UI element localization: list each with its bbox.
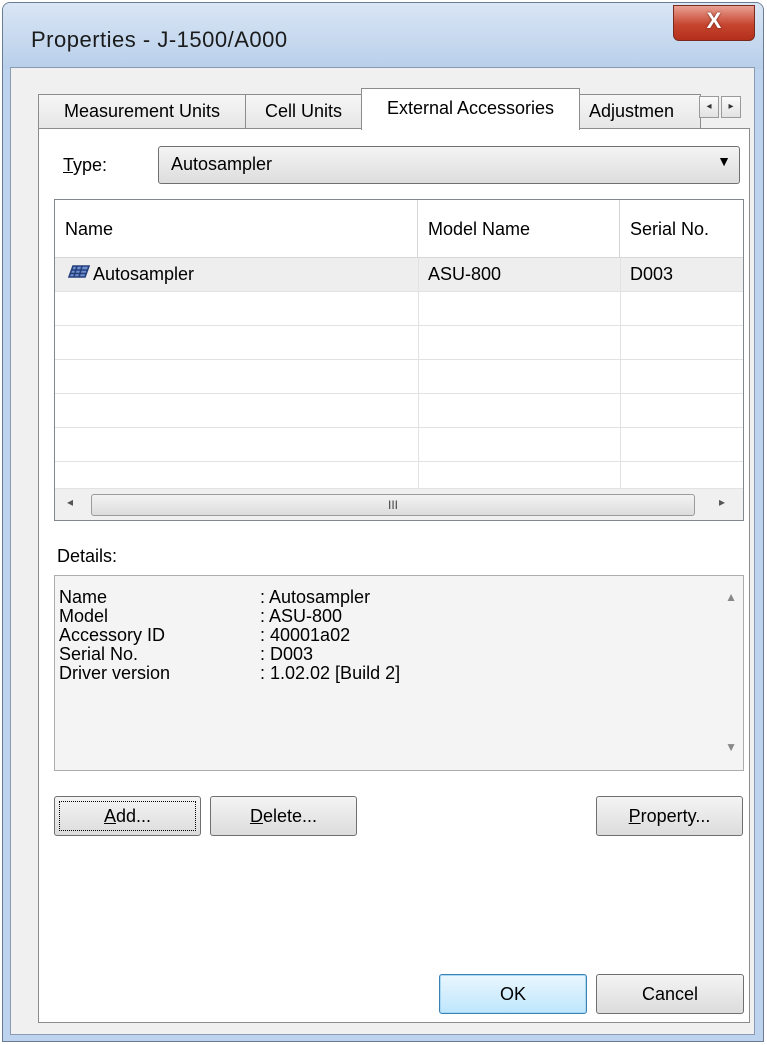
- row-model: ASU-800: [428, 264, 502, 284]
- property-button[interactable]: Property...: [596, 796, 743, 836]
- type-select-value: Autosampler: [171, 154, 273, 174]
- tab-label: Adjustmen: [589, 101, 675, 121]
- detail-value: : 40001a02: [260, 625, 351, 645]
- detail-key: Serial No.: [59, 644, 139, 664]
- detail-key: Name: [59, 587, 108, 607]
- detail-value: : Autosampler: [260, 587, 371, 607]
- chevron-right-icon: ▸: [728, 101, 734, 112]
- autosampler-icon: [67, 258, 91, 291]
- scroll-down-icon[interactable]: ▼: [725, 740, 737, 754]
- empty-row: [55, 326, 743, 360]
- detail-key: Model: [59, 606, 109, 626]
- column-divider: [620, 258, 621, 488]
- cancel-button[interactable]: Cancel: [596, 974, 744, 1014]
- tab-label: External Accessories: [386, 98, 555, 118]
- chevron-left-icon: ◂: [706, 101, 712, 112]
- detail-value: : 1.02.02 [Build 2]: [260, 663, 401, 683]
- column-divider: [418, 258, 419, 488]
- grip-icon: III: [387, 498, 398, 512]
- scroll-left-icon[interactable]: ◂: [67, 495, 73, 509]
- tab-label: Cell Units: [264, 101, 343, 121]
- tab-cell-units[interactable]: Cell Units: [245, 94, 362, 128]
- column-header-name[interactable]: Name: [55, 200, 418, 258]
- tab-external-accessories[interactable]: External Accessories: [361, 88, 580, 130]
- type-label: Type:: [63, 155, 108, 175]
- horizontal-scrollbar[interactable]: ◂ III ▸: [55, 488, 743, 520]
- tab-adjustments[interactable]: Adjustmen: [579, 94, 701, 128]
- tab-measurement-units[interactable]: Measurement Units: [38, 94, 246, 128]
- focus-rect: [59, 801, 196, 831]
- details-box[interactable]: Name : Autosampler Model : ASU-800 Acces…: [54, 575, 744, 771]
- close-icon: X: [706, 8, 722, 33]
- scroll-up-icon[interactable]: ▲: [725, 590, 737, 604]
- scroll-thumb[interactable]: III: [91, 494, 695, 516]
- type-select[interactable]: Autosampler ▼: [158, 146, 740, 184]
- empty-row: [55, 360, 743, 394]
- properties-dialog: Properties - J-1500/A000 X Measurement U…: [2, 2, 764, 1042]
- close-button[interactable]: X: [673, 5, 755, 41]
- column-header-serial-no[interactable]: Serial No.: [620, 200, 743, 258]
- empty-row: [55, 292, 743, 326]
- scroll-right-icon[interactable]: ▸: [719, 495, 725, 509]
- accessory-list[interactable]: Name Model Name Serial No. Autosampler A…: [54, 199, 744, 521]
- tab-label: Measurement Units: [63, 101, 221, 121]
- delete-button[interactable]: Delete...: [210, 796, 357, 836]
- ok-button[interactable]: OK: [439, 974, 587, 1014]
- detail-value: : ASU-800: [260, 606, 343, 626]
- row-name: Autosampler: [93, 264, 195, 284]
- detail-key: Driver version: [59, 663, 171, 683]
- row-serial: D003: [630, 264, 674, 284]
- tab-scroll-left-button[interactable]: ◂: [699, 96, 719, 118]
- empty-row: [55, 394, 743, 428]
- table-row[interactable]: Autosampler ASU-800 D003: [55, 258, 743, 292]
- title-bar[interactable]: Properties - J-1500/A000 X: [3, 3, 763, 69]
- column-header-model-name[interactable]: Model Name: [418, 200, 620, 258]
- window-title: Properties - J-1500/A000: [31, 27, 288, 52]
- detail-key: Accessory ID: [59, 625, 166, 645]
- add-button[interactable]: Add...: [54, 796, 201, 836]
- tab-scroll-right-button[interactable]: ▸: [721, 96, 741, 118]
- details-label: Details:: [57, 546, 118, 566]
- chevron-down-icon: ▼: [717, 153, 731, 169]
- empty-row: [55, 428, 743, 462]
- detail-value: : D003: [260, 644, 314, 664]
